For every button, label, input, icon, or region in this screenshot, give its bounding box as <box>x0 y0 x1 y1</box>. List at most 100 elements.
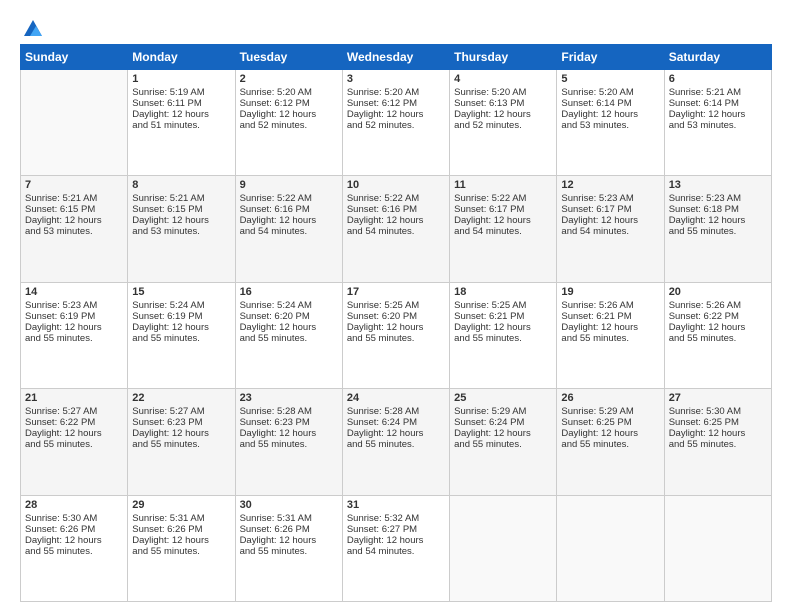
day-info: Sunrise: 5:23 AM <box>561 193 659 204</box>
calendar-cell: 19Sunrise: 5:26 AMSunset: 6:21 PMDayligh… <box>557 282 664 388</box>
day-info: and 55 minutes. <box>240 439 338 450</box>
day-info: Daylight: 12 hours <box>561 109 659 120</box>
day-number: 2 <box>240 73 338 85</box>
day-number: 13 <box>669 179 767 191</box>
day-info: Sunrise: 5:20 AM <box>240 87 338 98</box>
day-info: Daylight: 12 hours <box>347 535 445 546</box>
day-header-sunday: Sunday <box>21 45 128 70</box>
day-number: 27 <box>669 392 767 404</box>
day-info: Daylight: 12 hours <box>561 428 659 439</box>
day-info: and 55 minutes. <box>561 333 659 344</box>
day-info: and 55 minutes. <box>25 439 123 450</box>
day-info: Sunset: 6:17 PM <box>561 204 659 215</box>
day-info: Sunrise: 5:25 AM <box>454 300 552 311</box>
day-info: and 52 minutes. <box>347 120 445 131</box>
day-info: Sunrise: 5:25 AM <box>347 300 445 311</box>
day-info: Sunrise: 5:32 AM <box>347 513 445 524</box>
day-info: Daylight: 12 hours <box>454 215 552 226</box>
day-info: Sunrise: 5:19 AM <box>132 87 230 98</box>
day-info: and 55 minutes. <box>132 333 230 344</box>
day-info: Sunset: 6:19 PM <box>25 311 123 322</box>
day-info: Sunset: 6:21 PM <box>454 311 552 322</box>
day-info: Sunset: 6:26 PM <box>25 524 123 535</box>
day-info: Daylight: 12 hours <box>25 322 123 333</box>
calendar-cell: 17Sunrise: 5:25 AMSunset: 6:20 PMDayligh… <box>342 282 449 388</box>
day-info: Daylight: 12 hours <box>132 428 230 439</box>
calendar-week-2: 7Sunrise: 5:21 AMSunset: 6:15 PMDaylight… <box>21 176 772 282</box>
calendar-cell: 30Sunrise: 5:31 AMSunset: 6:26 PMDayligh… <box>235 495 342 601</box>
day-info: Sunset: 6:27 PM <box>347 524 445 535</box>
day-info: Sunset: 6:12 PM <box>347 98 445 109</box>
day-info: Sunset: 6:16 PM <box>347 204 445 215</box>
day-info: and 55 minutes. <box>669 226 767 237</box>
day-info: Sunrise: 5:20 AM <box>347 87 445 98</box>
day-info: and 55 minutes. <box>669 333 767 344</box>
day-info: and 55 minutes. <box>240 333 338 344</box>
calendar-cell: 13Sunrise: 5:23 AMSunset: 6:18 PMDayligh… <box>664 176 771 282</box>
day-info: Sunset: 6:26 PM <box>240 524 338 535</box>
day-number: 28 <box>25 499 123 511</box>
day-number: 20 <box>669 286 767 298</box>
day-info: and 55 minutes. <box>132 439 230 450</box>
day-info: and 55 minutes. <box>454 333 552 344</box>
day-info: Sunset: 6:13 PM <box>454 98 552 109</box>
calendar-cell: 27Sunrise: 5:30 AMSunset: 6:25 PMDayligh… <box>664 389 771 495</box>
day-info: Sunset: 6:25 PM <box>561 417 659 428</box>
day-info: Sunrise: 5:30 AM <box>669 406 767 417</box>
day-info: Sunrise: 5:23 AM <box>25 300 123 311</box>
day-number: 16 <box>240 286 338 298</box>
day-number: 8 <box>132 179 230 191</box>
day-info: Sunrise: 5:24 AM <box>240 300 338 311</box>
calendar-header-row: SundayMondayTuesdayWednesdayThursdayFrid… <box>21 45 772 70</box>
day-info: and 53 minutes. <box>561 120 659 131</box>
day-info: Sunrise: 5:27 AM <box>132 406 230 417</box>
calendar-cell: 1Sunrise: 5:19 AMSunset: 6:11 PMDaylight… <box>128 70 235 176</box>
day-info: Sunset: 6:20 PM <box>240 311 338 322</box>
day-info: Sunset: 6:15 PM <box>132 204 230 215</box>
calendar-cell: 11Sunrise: 5:22 AMSunset: 6:17 PMDayligh… <box>450 176 557 282</box>
day-info: Sunset: 6:19 PM <box>132 311 230 322</box>
day-number: 10 <box>347 179 445 191</box>
day-info: and 53 minutes. <box>132 226 230 237</box>
day-number: 21 <box>25 392 123 404</box>
day-info: Sunrise: 5:29 AM <box>454 406 552 417</box>
day-header-monday: Monday <box>128 45 235 70</box>
day-info: Daylight: 12 hours <box>240 109 338 120</box>
day-info: Sunrise: 5:26 AM <box>669 300 767 311</box>
calendar-cell <box>21 70 128 176</box>
calendar-cell: 24Sunrise: 5:28 AMSunset: 6:24 PMDayligh… <box>342 389 449 495</box>
day-info: and 55 minutes. <box>25 333 123 344</box>
calendar-cell: 21Sunrise: 5:27 AMSunset: 6:22 PMDayligh… <box>21 389 128 495</box>
day-info: Sunset: 6:21 PM <box>561 311 659 322</box>
day-info: and 51 minutes. <box>132 120 230 131</box>
calendar-cell: 8Sunrise: 5:21 AMSunset: 6:15 PMDaylight… <box>128 176 235 282</box>
day-number: 29 <box>132 499 230 511</box>
day-info: Daylight: 12 hours <box>240 428 338 439</box>
day-number: 22 <box>132 392 230 404</box>
calendar-cell: 18Sunrise: 5:25 AMSunset: 6:21 PMDayligh… <box>450 282 557 388</box>
day-number: 26 <box>561 392 659 404</box>
day-info: and 55 minutes. <box>454 439 552 450</box>
day-info: Sunrise: 5:29 AM <box>561 406 659 417</box>
day-info: Daylight: 12 hours <box>347 215 445 226</box>
day-info: and 55 minutes. <box>25 546 123 557</box>
calendar-week-5: 28Sunrise: 5:30 AMSunset: 6:26 PMDayligh… <box>21 495 772 601</box>
day-info: Sunset: 6:23 PM <box>240 417 338 428</box>
day-number: 30 <box>240 499 338 511</box>
day-info: Daylight: 12 hours <box>240 322 338 333</box>
day-info: Sunrise: 5:21 AM <box>669 87 767 98</box>
day-info: Sunset: 6:24 PM <box>347 417 445 428</box>
day-info: Sunset: 6:14 PM <box>669 98 767 109</box>
day-info: and 52 minutes. <box>240 120 338 131</box>
day-number: 12 <box>561 179 659 191</box>
day-info: and 54 minutes. <box>347 226 445 237</box>
calendar-cell <box>557 495 664 601</box>
calendar-week-4: 21Sunrise: 5:27 AMSunset: 6:22 PMDayligh… <box>21 389 772 495</box>
day-info: Sunrise: 5:31 AM <box>132 513 230 524</box>
day-number: 15 <box>132 286 230 298</box>
calendar-week-3: 14Sunrise: 5:23 AMSunset: 6:19 PMDayligh… <box>21 282 772 388</box>
day-info: Sunrise: 5:28 AM <box>240 406 338 417</box>
day-info: Daylight: 12 hours <box>347 428 445 439</box>
day-number: 3 <box>347 73 445 85</box>
day-info: Sunrise: 5:21 AM <box>25 193 123 204</box>
